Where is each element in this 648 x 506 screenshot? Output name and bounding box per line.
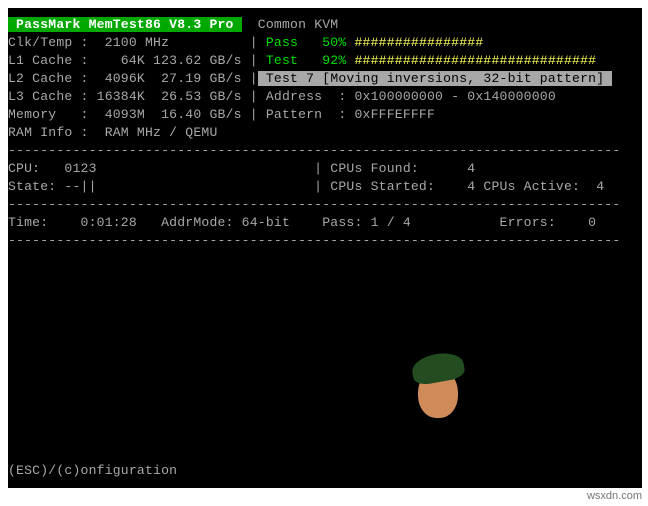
separator-2: ----------------------------------------… — [8, 196, 642, 214]
memtest-screen: { "header": { "title": " PassMark MemTes… — [8, 8, 642, 488]
ram-info-line: RAM Info : RAM MHz / QEMU — [8, 124, 642, 142]
time-line: Time: 0:01:28 AddrMode: 64-bit Pass: 1 /… — [8, 214, 642, 232]
app-title: PassMark MemTest86 V8.3 Pro — [8, 17, 242, 32]
pass-bar: ################ — [354, 35, 483, 50]
current-test-highlight: Test 7 [Moving inversions, 32-bit patter… — [258, 71, 613, 86]
watermark: wsxdn.com — [587, 490, 642, 502]
l2-cache-line: L2 Cache : 4096K 27.19 GB/s | — [8, 71, 258, 86]
state-line: State: --|| | CPUs Started: 4 CPUs Activ… — [8, 178, 642, 196]
footer-hint[interactable]: (ESC)/(c)onfiguration — [8, 462, 177, 480]
machine-name: Common KVM — [242, 17, 339, 32]
test-pct: 92% — [322, 53, 354, 68]
memory-line: Memory : 4093M 16.40 GB/s | Pattern : 0x… — [8, 106, 642, 124]
pass-label: Pass — [266, 35, 322, 50]
separator-3: ----------------------------------------… — [8, 232, 642, 250]
test-label: Test — [266, 53, 322, 68]
test-bar: ############################## — [354, 53, 596, 68]
cpu-line: CPU: 0123 | CPUs Found: 4 — [8, 160, 642, 178]
l3-cache-line: L3 Cache : 16384K 26.53 GB/s | Address :… — [8, 88, 642, 106]
separator-1: ----------------------------------------… — [8, 142, 642, 160]
clk-temp-line: Clk/Temp : 2100 MHz | — [8, 35, 266, 50]
mascot-icon — [408, 358, 478, 428]
l1-cache-line: L1 Cache : 64K 123.62 GB/s | — [8, 53, 266, 68]
pass-pct: 50% — [322, 35, 354, 50]
